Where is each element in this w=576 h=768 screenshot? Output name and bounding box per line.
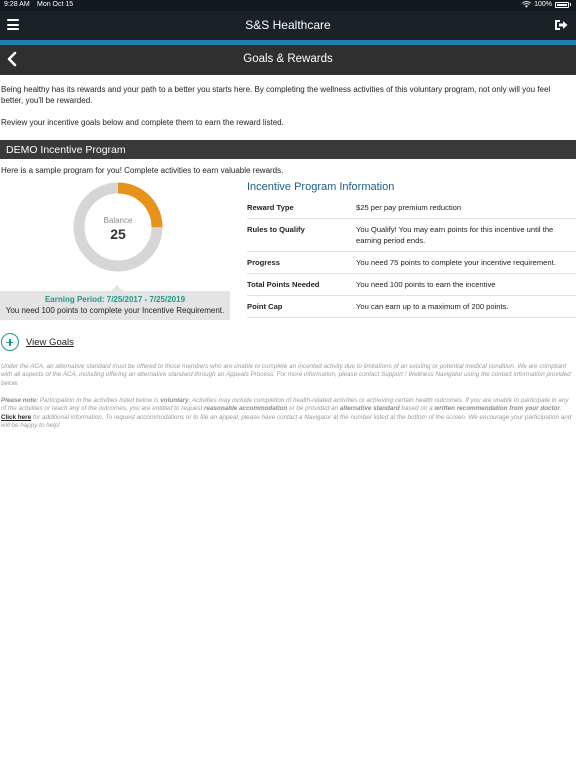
note-text: for additional information. To request a… — [1, 413, 572, 429]
program-description: Here is a sample program for you! Comple… — [1, 166, 284, 175]
intro-instruction: Review your incentive goals below and co… — [1, 118, 284, 127]
note-emphasis: voluntary — [160, 397, 189, 404]
status-date: Mon Oct 15 — [37, 1, 74, 8]
row-key: Total Points Needed — [247, 273, 356, 296]
status-bar: 9:28 AM Mon Oct 15 100% — [0, 0, 576, 11]
note-text: or be provided an — [287, 405, 340, 413]
note-label: Please note: — [1, 397, 39, 404]
logout-icon[interactable] — [554, 19, 568, 31]
earning-period-box: Earning Period: 7/25/2017 - 7/25/2019 Yo… — [0, 285, 230, 320]
row-value: $25 per pay premium reduction — [356, 197, 576, 219]
app-title: S&S Healthcare — [245, 18, 331, 32]
info-table: Reward Type $25 per pay premium reduction… — [247, 197, 576, 318]
note-text: . — [559, 405, 562, 413]
sub-header: Goals & Rewards — [0, 45, 576, 75]
row-key: Reward Type — [247, 197, 356, 219]
balance-value: 25 — [110, 226, 126, 242]
status-right: 100% — [522, 1, 571, 8]
info-title: Incentive Program Information — [247, 181, 395, 193]
note-text: Participation in the activities listed b… — [38, 397, 161, 404]
page-title: Goals & Rewards — [243, 53, 333, 65]
program-title: DEMO Incentive Program — [0, 140, 576, 159]
row-value: You Qualify! You may earn points for thi… — [356, 218, 576, 252]
note-text: based on a — [399, 405, 435, 413]
earning-period: Earning Period: 7/25/2017 - 7/25/2019 — [44, 295, 186, 304]
row-value: You need 100 points to earn the incentiv… — [356, 273, 576, 296]
note-emphasis: written recommendation from your doctor — [434, 405, 560, 413]
aca-disclaimer: Under the ACA, an alternative standard m… — [1, 363, 571, 387]
row-value: You can earn up to a maximum of 200 poin… — [356, 295, 576, 318]
row-key: Progress — [247, 251, 356, 274]
intro-paragraph: Being healthy has its rewards and your p… — [1, 85, 551, 105]
row-key: Rules to Qualify — [247, 218, 356, 252]
row-key: Point Cap — [247, 295, 356, 318]
table-row: Point Cap You can earn up to a maximum of… — [247, 295, 576, 318]
balance-label: Balance — [103, 216, 133, 225]
row-value: You need 75 points to complete your ince… — [356, 251, 576, 274]
note-emphasis: reasonable accommodation — [204, 405, 288, 413]
battery-percent: 100% — [534, 1, 552, 8]
note-emphasis: alternative standard — [339, 405, 400, 413]
view-goals-label[interactable]: View Goals — [26, 337, 74, 348]
table-row: Total Points Needed You need 100 points t… — [247, 273, 576, 296]
view-goals-button[interactable]: View Goals — [1, 333, 74, 351]
wifi-icon — [522, 1, 532, 8]
app-bar: S&S Healthcare — [0, 11, 576, 40]
table-row: Progress You need 75 points to complete y… — [247, 251, 576, 274]
requirement-note: You need 100 points to complete your Inc… — [5, 306, 225, 315]
table-row: Reward Type $25 per pay premium reduction — [247, 197, 576, 219]
plus-circle-icon[interactable] — [1, 333, 19, 351]
balance-donut: Balance 25 — [72, 181, 164, 273]
status-time: 9:28 AM — [4, 1, 30, 8]
participation-note: Please note: Participation in the activi… — [1, 397, 573, 430]
click-here-link[interactable]: Click here — [1, 414, 31, 421]
battery-icon — [555, 1, 569, 8]
table-row: Rules to Qualify You Qualify! You may ear… — [247, 218, 576, 252]
